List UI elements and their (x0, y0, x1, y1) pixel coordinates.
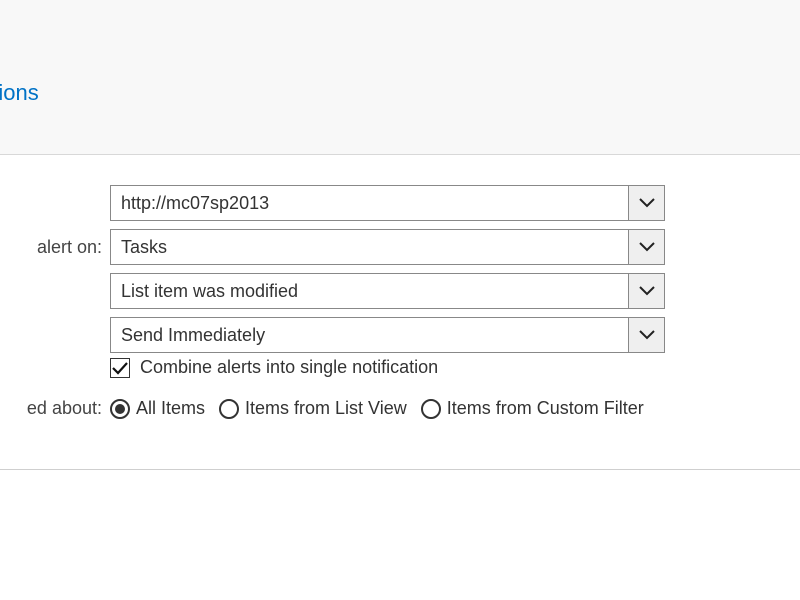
timing-dropdown-button[interactable] (628, 318, 664, 352)
chevron-down-icon (639, 242, 655, 252)
options-link[interactable]: ptions (0, 80, 39, 106)
radio-custom-filter[interactable]: Items from Custom Filter (421, 398, 644, 419)
radio-all-items[interactable]: All Items (110, 398, 205, 419)
list-dropdown-button[interactable] (628, 230, 664, 264)
site-dropdown[interactable]: http://mc07sp2013 (110, 185, 665, 221)
label-alert-on: alert on: (0, 237, 110, 258)
radio-dot-icon (115, 404, 125, 414)
radio-all-items-label: All Items (136, 398, 205, 419)
timing-dropdown-value: Send Immediately (111, 318, 628, 352)
radio-circle-icon (219, 399, 239, 419)
event-dropdown-value: List item was modified (111, 274, 628, 308)
combine-checkbox[interactable] (110, 358, 130, 378)
checkmark-icon (112, 361, 128, 375)
section-divider (0, 469, 800, 470)
chevron-down-icon (639, 286, 655, 296)
scope-radio-group: All Items Items from List View Items fro… (110, 398, 800, 419)
timing-dropdown[interactable]: Send Immediately (110, 317, 665, 353)
combine-checkbox-label: Combine alerts into single notification (140, 357, 438, 378)
site-dropdown-button[interactable] (628, 186, 664, 220)
site-dropdown-value: http://mc07sp2013 (111, 186, 628, 220)
radio-custom-filter-label: Items from Custom Filter (447, 398, 644, 419)
event-dropdown[interactable]: List item was modified (110, 273, 665, 309)
radio-circle-icon (110, 399, 130, 419)
alert-form: http://mc07sp2013 alert on: Tasks List i… (0, 155, 800, 470)
chevron-down-icon (639, 198, 655, 208)
radio-list-view-label: Items from List View (245, 398, 407, 419)
list-dropdown[interactable]: Tasks (110, 229, 665, 265)
header-bar: ptions (0, 0, 800, 155)
chevron-down-icon (639, 330, 655, 340)
list-dropdown-value: Tasks (111, 230, 628, 264)
label-alerted-about: ed about: (0, 398, 110, 419)
combine-checkbox-row: Combine alerts into single notification (110, 357, 800, 378)
radio-circle-icon (421, 399, 441, 419)
radio-list-view[interactable]: Items from List View (219, 398, 407, 419)
event-dropdown-button[interactable] (628, 274, 664, 308)
